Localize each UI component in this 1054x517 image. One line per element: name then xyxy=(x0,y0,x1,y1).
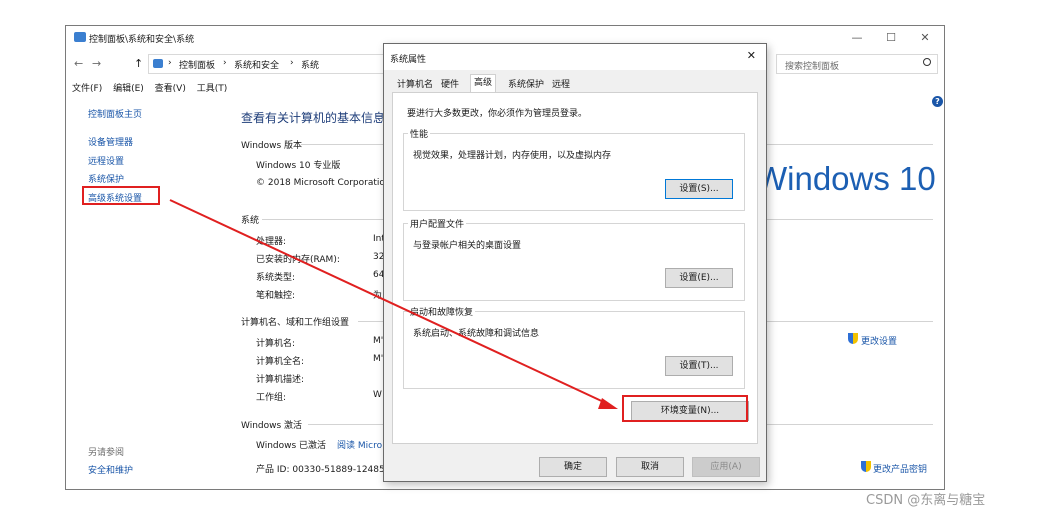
screen: { "main": { "title": "控制面板\\系统和安全\\系统", … xyxy=(0,0,1054,517)
watermark: CSDN @东离与糖宝 xyxy=(866,493,986,508)
annotation-arrow xyxy=(169,199,618,409)
